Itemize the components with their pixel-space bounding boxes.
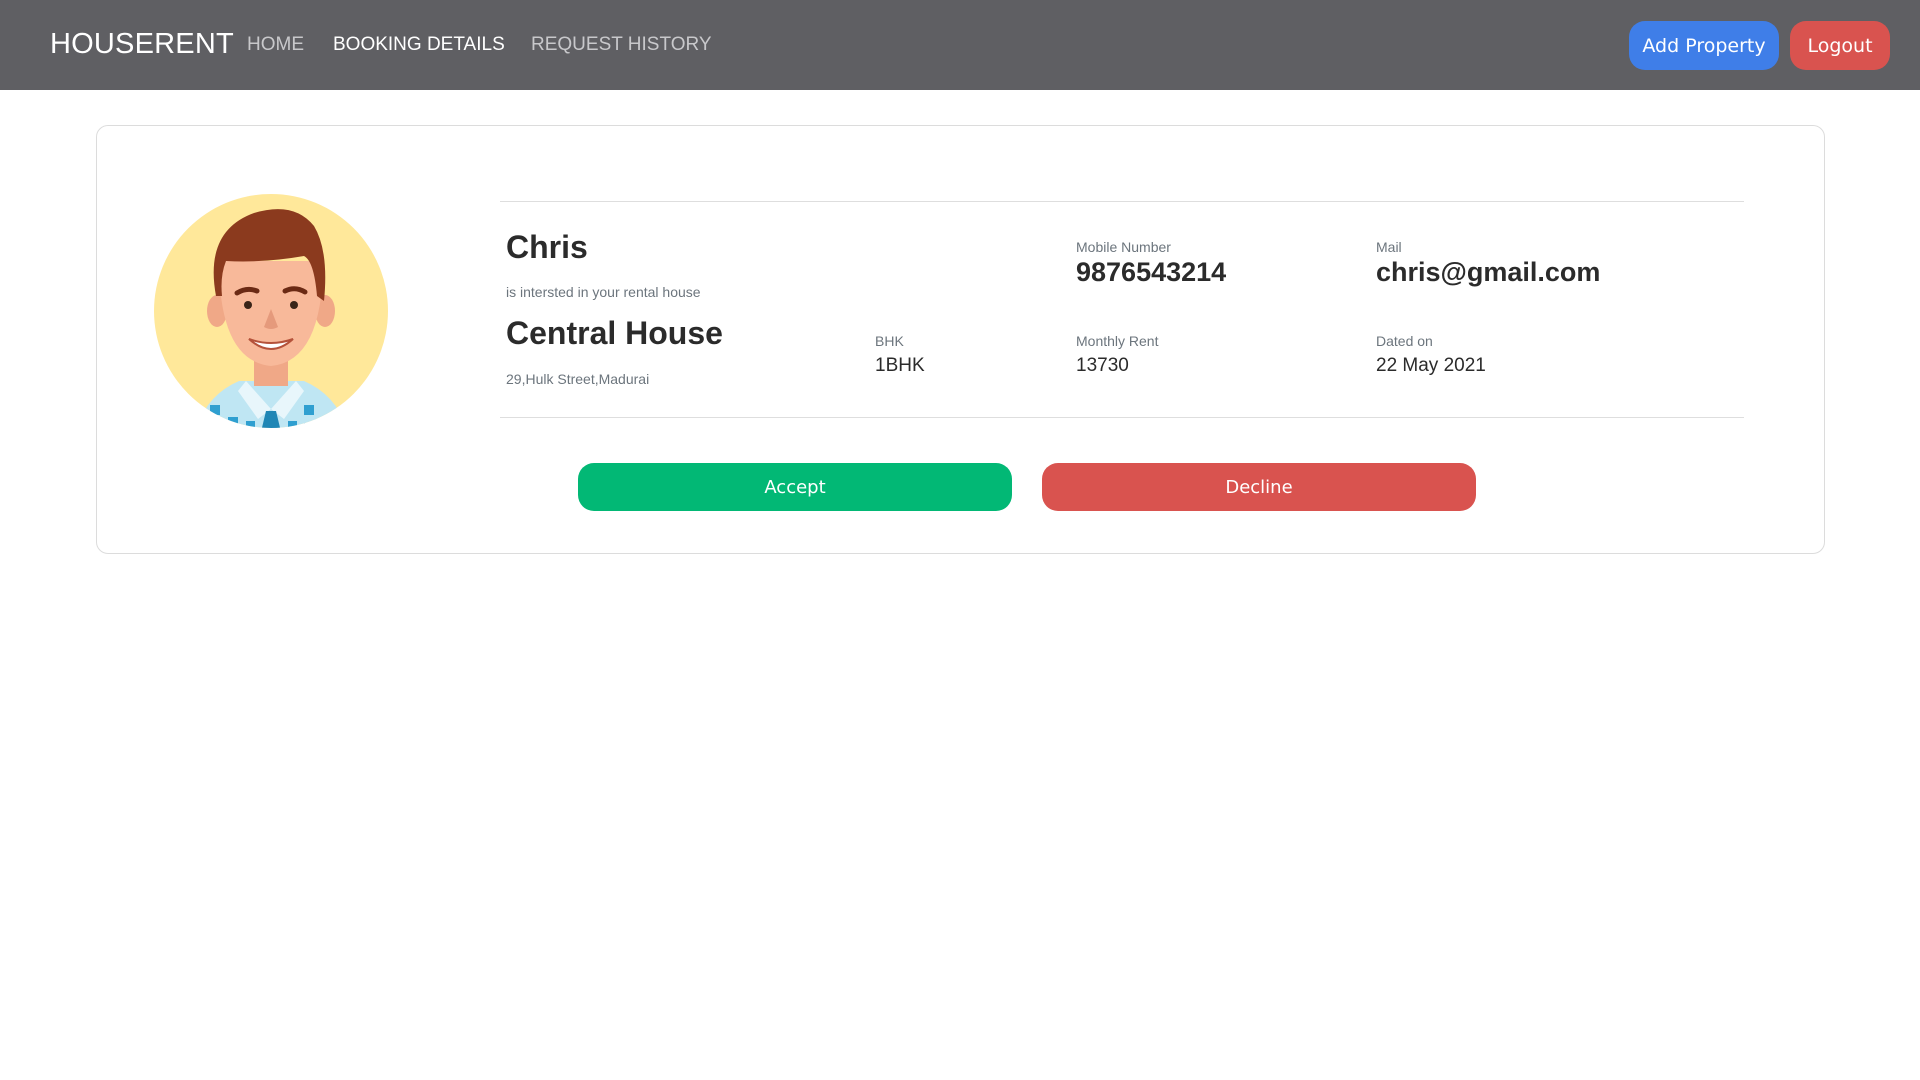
mail-label: Mail: [1376, 239, 1402, 255]
dated-on-value: 22 May 2021: [1376, 355, 1486, 376]
mobile-value: 9876543214: [1076, 257, 1227, 287]
monthly-rent-value: 13730: [1076, 355, 1129, 376]
mobile-label: Mobile Number: [1076, 239, 1171, 255]
divider: [500, 201, 1744, 202]
brand-logo[interactable]: HOUSERENT: [50, 28, 234, 61]
property-name: Central House: [506, 315, 723, 351]
avatar-icon: [154, 194, 388, 428]
booking-request-card: Chris is intersted in your rental house …: [96, 125, 1825, 554]
bhk-label: BHK: [875, 333, 904, 349]
dated-on-label: Dated on: [1376, 333, 1433, 349]
logout-button[interactable]: Logout: [1790, 21, 1890, 70]
nav-booking-details[interactable]: BOOKING DETAILS: [333, 34, 505, 56]
tenant-name: Chris: [506, 229, 588, 265]
add-property-button[interactable]: Add Property: [1629, 21, 1779, 70]
accept-button[interactable]: Accept: [578, 463, 1012, 511]
nav-request-history[interactable]: REQUEST HISTORY: [531, 34, 712, 56]
top-navbar: HOUSERENT HOME BOOKING DETAILS REQUEST H…: [0, 0, 1920, 90]
interest-text: is intersted in your rental house: [506, 284, 701, 300]
mail-value: chris@gmail.com: [1376, 257, 1601, 287]
bhk-value: 1BHK: [875, 355, 925, 376]
divider: [500, 417, 1744, 418]
decline-button[interactable]: Decline: [1042, 463, 1476, 511]
property-address: 29,Hulk Street,Madurai: [506, 371, 650, 387]
nav-home[interactable]: HOME: [247, 34, 304, 56]
monthly-rent-label: Monthly Rent: [1076, 333, 1159, 349]
